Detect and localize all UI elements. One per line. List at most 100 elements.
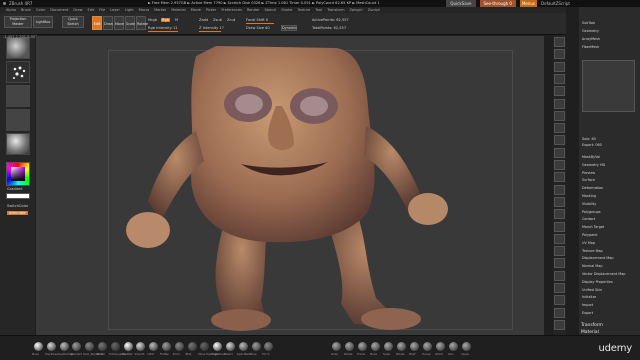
draw-button[interactable]: Draw: [103, 16, 113, 30]
focal-shift-slider[interactable]: Focal Shift 0: [246, 18, 268, 22]
rgb-intensity-slider[interactable]: Rgb Intensity 11: [148, 26, 178, 30]
palette-item[interactable]: Initialize: [582, 295, 596, 299]
shelf-icon[interactable]: [554, 37, 565, 47]
sculpt-model[interactable]: [36, 36, 544, 336]
shelf-icon[interactable]: [554, 283, 565, 293]
palette-item[interactable]: Visibility: [582, 202, 596, 206]
transform-icon[interactable]: [345, 342, 354, 351]
draw-size-slider[interactable]: Draw Size 40: [246, 26, 270, 30]
palette-item[interactable]: Geometry HD: [582, 163, 605, 167]
shelf-icon[interactable]: [554, 184, 565, 195]
m-toggle[interactable]: M: [175, 18, 178, 22]
brush-thumbnail[interactable]: [6, 37, 30, 59]
brush-icon[interactable]: [136, 342, 146, 351]
shelf-icon[interactable]: [554, 307, 565, 318]
brush-icon[interactable]: [59, 342, 69, 351]
palette-item[interactable]: Vector Displacement Map: [582, 272, 625, 276]
palette-item[interactable]: Polygroups: [582, 210, 601, 214]
lightbox-button[interactable]: LightBox: [33, 16, 53, 28]
quicksave-button[interactable]: QuickSave: [446, 0, 476, 7]
transform-palette[interactable]: Transform: [581, 323, 603, 328]
z-intensity-slider[interactable]: Z Intensity 17: [199, 26, 224, 30]
dynamic-button[interactable]: Dynamic: [281, 25, 297, 31]
layer-graph[interactable]: [582, 60, 635, 112]
palette-item[interactable]: Export: [582, 311, 593, 315]
fibermesh-item[interactable]: FiberMesh: [582, 45, 599, 49]
palette-item[interactable]: MaskByVol: [582, 155, 600, 159]
palette-item[interactable]: Deformation: [582, 186, 603, 190]
shelf-icon[interactable]: [554, 258, 565, 269]
subtool-item[interactable]: SubTool: [582, 21, 595, 25]
rotate-button[interactable]: Rotate: [136, 16, 148, 30]
brush-icon[interactable]: [226, 342, 235, 351]
shelf-icon[interactable]: [554, 295, 565, 306]
shelf-icon[interactable]: [554, 160, 565, 170]
palette-item[interactable]: Contact: [582, 217, 595, 221]
shelf-icon[interactable]: [554, 233, 565, 244]
alpha-thumbnail[interactable]: [6, 85, 30, 107]
transform-icon[interactable]: [410, 342, 419, 351]
transform-icon[interactable]: [436, 342, 445, 351]
brush-icon[interactable]: [98, 342, 107, 351]
canvas-viewport[interactable]: [36, 36, 544, 336]
palette-item[interactable]: Polypaint: [582, 233, 598, 237]
shelf-icon[interactable]: [554, 270, 565, 281]
shelf-icon[interactable]: [554, 73, 565, 84]
material-thumbnail[interactable]: [6, 133, 30, 155]
transform-icon[interactable]: [423, 342, 432, 351]
switch-color-button[interactable]: SwitchColor: [7, 204, 28, 208]
brush-icon[interactable]: [238, 342, 248, 351]
shelf-icon[interactable]: [554, 246, 565, 257]
palette-item[interactable]: Surface: [582, 178, 595, 182]
shelf-icon[interactable]: [554, 135, 565, 146]
see-through-slider[interactable]: See-through 0: [479, 0, 516, 7]
palette-item[interactable]: Masking: [582, 194, 596, 198]
shelf-icon[interactable]: [554, 61, 565, 72]
palette-item[interactable]: UV Map: [582, 241, 595, 245]
shelf-icon[interactable]: [554, 110, 565, 121]
brush-icon[interactable]: [85, 342, 95, 351]
shelf-icon[interactable]: [554, 221, 565, 232]
palette-item[interactable]: Normal Map: [582, 264, 603, 268]
palette-item[interactable]: Displacement Map: [582, 256, 614, 260]
palette-item[interactable]: Preview: [582, 171, 595, 175]
palette-item[interactable]: Display Properties: [582, 280, 613, 284]
transform-icon[interactable]: [384, 342, 393, 351]
alternate-button[interactable]: Alternate: [7, 211, 28, 215]
shelf-icon[interactable]: [554, 172, 565, 183]
rgb-toggle[interactable]: Rgb: [161, 18, 171, 22]
geometry-item[interactable]: Geometry: [582, 29, 599, 33]
stroke-thumbnail[interactable]: [6, 61, 30, 83]
zsub-toggle[interactable]: Zsub: [213, 18, 222, 22]
transform-icon[interactable]: [332, 342, 341, 351]
brush-icon[interactable]: [200, 342, 210, 351]
scale-button[interactable]: Scale: [125, 16, 135, 30]
brush-icon[interactable]: [213, 342, 223, 351]
brush-icon[interactable]: [162, 342, 171, 351]
default-zscript-button[interactable]: DefaultZScript: [541, 0, 570, 7]
palette-item[interactable]: Texture Map: [582, 249, 603, 253]
texture-thumbnail[interactable]: [6, 109, 30, 131]
shelf-icon[interactable]: [554, 319, 565, 330]
arraymesh-item[interactable]: ArrayMesh: [582, 37, 600, 41]
brush-icon[interactable]: [123, 342, 133, 351]
projection-master-button[interactable]: Projection Master: [4, 16, 32, 28]
gradient-label[interactable]: Gradient: [7, 187, 23, 191]
shelf-icon[interactable]: [554, 98, 565, 109]
brush-icon[interactable]: [187, 342, 197, 351]
shelf-icon[interactable]: [554, 209, 565, 220]
quick-sketch-button[interactable]: Quick Sketch: [62, 16, 84, 28]
transform-icon[interactable]: [449, 342, 458, 351]
palette-item[interactable]: Import: [582, 303, 593, 307]
shelf-icon[interactable]: [554, 49, 565, 60]
palette-item[interactable]: Unified Skin: [582, 288, 602, 292]
main-color-swatch[interactable]: [6, 193, 30, 199]
shelf-icon[interactable]: [554, 196, 565, 207]
brush-icon[interactable]: [110, 342, 120, 351]
transform-icon[interactable]: [358, 342, 367, 351]
brush-icon[interactable]: [174, 342, 184, 351]
brush-icon[interactable]: [149, 342, 159, 351]
mrgb-toggle[interactable]: Mrgb: [148, 18, 157, 22]
zadd-toggle[interactable]: Zadd: [199, 18, 208, 22]
transform-icon[interactable]: [462, 342, 471, 351]
